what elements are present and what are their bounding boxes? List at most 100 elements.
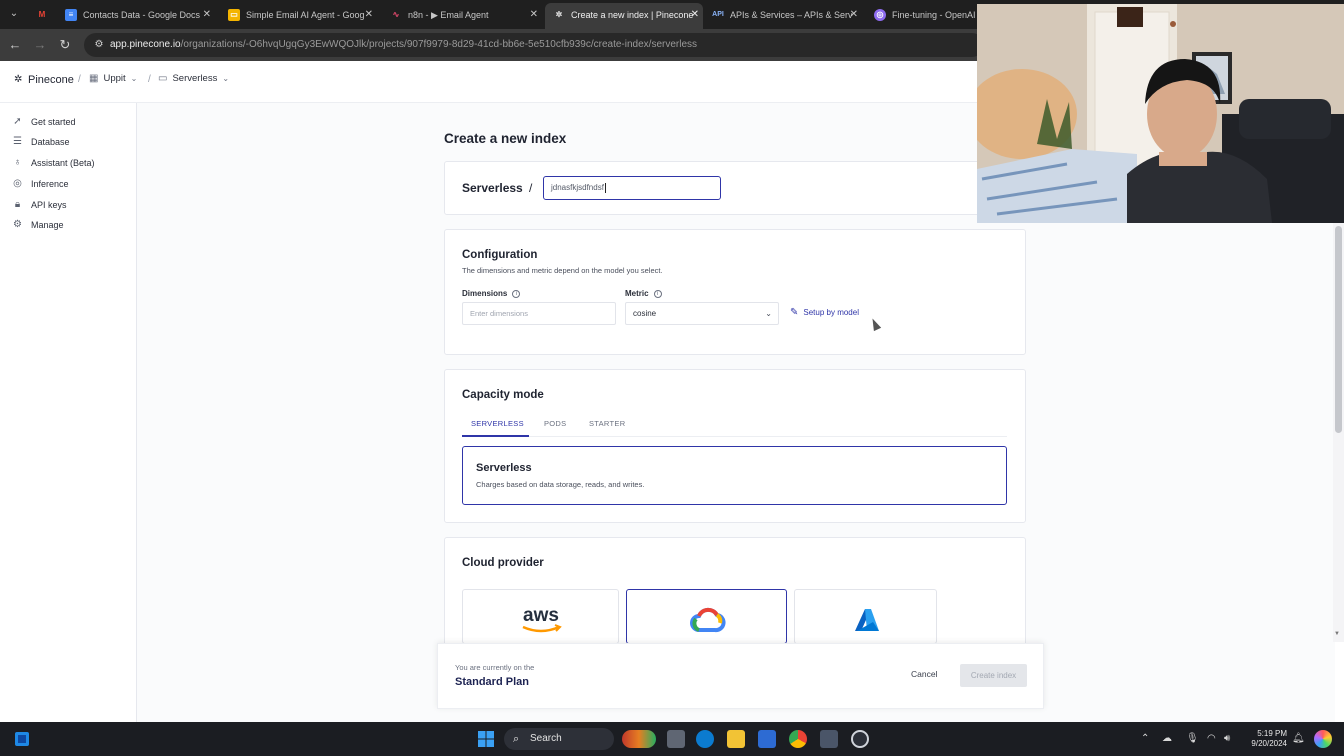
system-clock[interactable]: 5:19 PM 9/20/2024 xyxy=(1247,729,1287,749)
microphone-icon[interactable]: 🎙︎ xyxy=(1186,733,1199,744)
n8n-icon: ∿ xyxy=(392,10,400,19)
widgets-icon[interactable] xyxy=(14,731,30,747)
search-highlight-icon[interactable] xyxy=(622,730,656,748)
tab-label: Fine-tuning - OpenAI A xyxy=(892,10,978,20)
app-header: ✲ Pinecone / ▦ Uppit ⌄ / ▭ Serverless ⌄ xyxy=(0,61,980,103)
project-selector[interactable]: ▭ Serverless ⌄ xyxy=(158,73,229,84)
search-icon: ⌕ xyxy=(513,733,520,745)
taskbar-search[interactable]: ⌕ Search xyxy=(504,728,614,750)
sidebar-item-label: API keys xyxy=(31,199,67,210)
close-icon[interactable]: ✕ xyxy=(850,4,858,26)
metric-value: cosine xyxy=(633,309,657,318)
volume-icon[interactable]: 🔊︎ xyxy=(1224,733,1230,744)
back-icon[interactable]: ← xyxy=(7,37,23,53)
copilot-icon[interactable] xyxy=(1314,730,1332,748)
tab-apis-services[interactable]: API APIs & Services – APIs & Serv ✕ xyxy=(704,4,862,26)
tab-contacts-data[interactable]: ≡ Contacts Data - Google Docs ✕ xyxy=(57,4,215,26)
metric-select[interactable]: cosine ⌄ xyxy=(625,302,779,325)
org-selector[interactable]: ▦ Uppit ⌄ xyxy=(89,73,137,84)
pinecone-logo[interactable]: ✲ Pinecone xyxy=(14,74,74,86)
show-hidden-icons[interactable]: ⌃ xyxy=(1141,733,1149,744)
lightbulb-icon: ♁ xyxy=(13,157,22,168)
building-icon: ▦ xyxy=(89,73,99,84)
provider-aws[interactable]: aws xyxy=(462,589,619,644)
sidebar-item-api-keys[interactable]: 🔒︎ API keys xyxy=(12,199,67,210)
active-tab-indicator xyxy=(462,435,529,437)
plan-footer: You are currently on the Standard Plan C… xyxy=(437,643,1044,709)
info-icon[interactable]: i xyxy=(512,289,521,298)
scroll-down-icon[interactable]: ▼ xyxy=(1334,631,1340,637)
dimensions-input[interactable]: Enter dimensions xyxy=(462,302,616,325)
tab-label: n8n - ▶ Email Agent xyxy=(408,10,489,20)
tab-pods[interactable]: PODS xyxy=(544,419,566,428)
scrollbar-thumb[interactable] xyxy=(1335,226,1342,433)
wifi-icon[interactable]: ◠ xyxy=(1207,733,1216,744)
edge-icon[interactable] xyxy=(696,730,714,748)
taskbar: ⌕ Search ⌃ ☁ 🎙︎ ◠ 🔊︎ 5:19 PM 9/20/2024 🔔… xyxy=(0,722,1344,756)
sidebar-item-manage[interactable]: ⚙ Manage xyxy=(12,219,64,230)
tab-starter[interactable]: STARTER xyxy=(589,419,625,428)
provider-gcp[interactable] xyxy=(626,589,787,644)
site-settings-icon[interactable]: ⚙ xyxy=(92,38,106,52)
close-icon[interactable]: ✕ xyxy=(691,3,699,27)
microsoft-store-icon[interactable] xyxy=(758,730,776,748)
close-icon[interactable]: ✕ xyxy=(203,4,211,26)
configuration-subtitle: The dimensions and metric depend on the … xyxy=(462,266,663,275)
url-text: app.pinecone.io/organizations/-O6hvqUgqG… xyxy=(110,33,697,57)
reload-icon[interactable]: ↻ xyxy=(57,37,73,53)
info-icon[interactable]: i xyxy=(653,289,662,298)
tab-search-button[interactable]: ⌄ xyxy=(6,6,22,22)
api-icon: API xyxy=(712,11,724,18)
tab-pinecone[interactable]: ✲ Create a new index | Pinecone ✕ xyxy=(545,3,703,29)
tab-label: Simple Email AI Agent - Goog xyxy=(246,10,365,20)
name-separator: / xyxy=(529,181,533,195)
capacity-title: Capacity mode xyxy=(462,389,544,401)
close-icon[interactable]: ✕ xyxy=(530,4,538,26)
plan-note: You are currently on the xyxy=(455,663,535,672)
magic-wand-icon: ✎ xyxy=(790,307,799,318)
index-name-input[interactable]: jdnasfkjsdfndsf xyxy=(543,176,721,200)
task-view-icon[interactable] xyxy=(667,730,685,748)
camera-app-icon[interactable] xyxy=(820,730,838,748)
tab-simple-email-agent[interactable]: ▭ Simple Email AI Agent - Goog ✕ xyxy=(220,4,377,26)
tab-label: Contacts Data - Google Docs xyxy=(83,10,201,20)
provider-azure[interactable] xyxy=(794,589,937,644)
close-icon[interactable]: ✕ xyxy=(365,4,373,26)
tab-gmail[interactable]: M xyxy=(28,4,58,26)
sidebar-item-database[interactable]: ☰ Database xyxy=(12,136,70,147)
serverless-option-title: Serverless xyxy=(476,462,532,474)
file-explorer-icon[interactable] xyxy=(727,730,745,748)
chevron-down-icon: ⌄ xyxy=(765,309,772,318)
forward-icon[interactable]: → xyxy=(32,37,48,53)
pinecone-logo-icon: ✲ xyxy=(14,74,23,85)
sidebar-item-get-started[interactable]: ➚ Get started xyxy=(12,116,75,127)
tab-serverless[interactable]: SERVERLESS xyxy=(471,419,524,428)
serverless-option[interactable]: Serverless Charges based on data storage… xyxy=(462,446,1007,505)
azure-icon xyxy=(855,609,879,631)
sidebar-item-label: Inference xyxy=(31,178,69,189)
gmail-icon: M xyxy=(38,10,46,19)
sidebar-item-inference[interactable]: ◎ Inference xyxy=(12,178,69,189)
tab-fine-tuning[interactable]: ◎ Fine-tuning - OpenAI A xyxy=(866,4,978,26)
sidebar-item-label: Database xyxy=(31,136,70,147)
brand-name: Pinecone xyxy=(28,74,74,86)
url-path: /organizations/-O6hvqUgqGy3EwWQOJlk/proj… xyxy=(180,39,698,50)
cancel-button[interactable]: Cancel xyxy=(911,669,937,679)
org-name: Uppit xyxy=(103,73,126,84)
setup-by-model-link[interactable]: ✎ Setup by model xyxy=(790,307,859,318)
notification-bell-icon[interactable]: 🔔︎ xyxy=(1292,733,1305,744)
metric-label-text: Metric xyxy=(625,289,649,298)
create-index-button[interactable]: Create index xyxy=(960,664,1027,687)
project-name: Serverless xyxy=(172,73,218,84)
url-host: app.pinecone.io xyxy=(110,39,181,50)
sidebar-item-assistant[interactable]: ♁ Assistant (Beta) xyxy=(12,157,95,168)
obs-icon[interactable] xyxy=(851,730,869,748)
onedrive-icon[interactable]: ☁ xyxy=(1162,733,1172,744)
tab-n8n[interactable]: ∿ n8n - ▶ Email Agent ✕ xyxy=(382,4,542,26)
windows-start-icon[interactable] xyxy=(477,730,495,748)
chrome-icon[interactable] xyxy=(789,730,807,748)
url-field[interactable]: ⚙ app.pinecone.io/organizations/-O6hvqUg… xyxy=(84,33,984,57)
inference-icon: ◎ xyxy=(13,178,22,189)
setup-by-model-label: Setup by model xyxy=(803,308,859,317)
sidebar-item-label: Assistant (Beta) xyxy=(31,157,95,168)
